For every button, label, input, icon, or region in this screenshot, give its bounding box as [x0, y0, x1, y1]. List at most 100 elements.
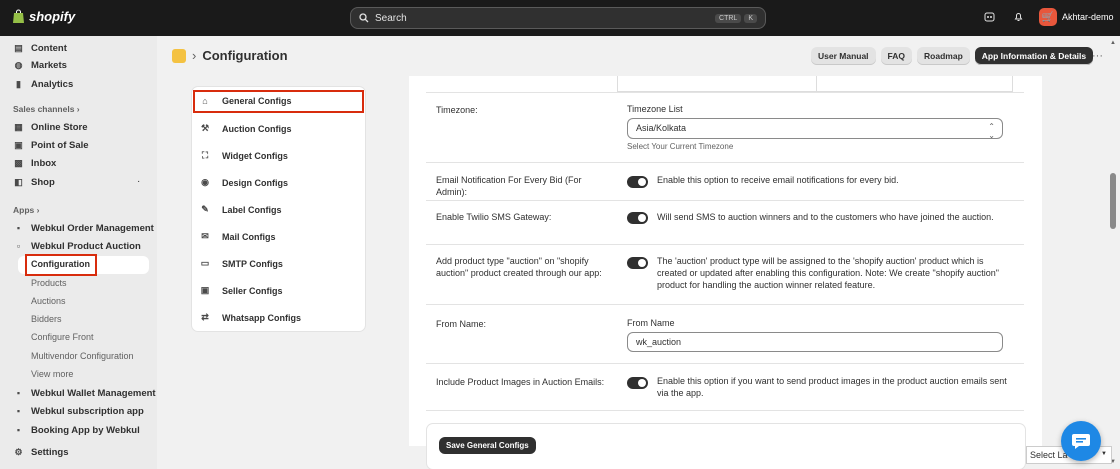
menu-whatsapp-configs[interactable]: ⇄ Whatsapp Configs — [200, 312, 301, 323]
sidebar-item-label: Webkul Wallet Management — [31, 387, 156, 399]
sidebar-item-shop[interactable]: ◧ Shop — [13, 174, 55, 190]
sidebar-item-online-store[interactable]: ▦ Online Store — [13, 119, 87, 135]
shopify-logo[interactable]: shopify — [12, 9, 75, 24]
content-icon: ▤ — [14, 42, 23, 53]
more-options-icon[interactable]: ··· — [1092, 50, 1103, 62]
menu-label: Seller Configs — [222, 285, 283, 296]
kbd-ctrl: CTRL — [715, 13, 742, 23]
section-label: Apps — [13, 205, 35, 215]
scrollbar-thumb[interactable] — [1110, 173, 1116, 229]
product-images-toggle[interactable] — [627, 377, 648, 389]
sidebar-sub-auctions[interactable]: Auctions — [31, 296, 66, 310]
sidebar-item-subscription[interactable]: ▪ Webkul subscription app — [13, 403, 144, 419]
app-icon: ▪ — [16, 425, 21, 435]
app-info-button[interactable]: App Information & Details — [974, 47, 1094, 65]
sidebar-sub-bidders[interactable]: Bidders — [31, 314, 62, 328]
menu-label: Auction Configs — [222, 123, 292, 134]
sidebar-item-label: Settings — [31, 446, 69, 458]
sidebar-item-pos[interactable]: ▣ Point of Sale — [13, 137, 89, 153]
mail-icon: ✉ — [201, 231, 209, 241]
sidekick-icon[interactable] — [984, 11, 995, 25]
menu-mail-configs[interactable]: ✉ Mail Configs — [200, 231, 276, 242]
timezone-value: Asia/Kolkata — [636, 123, 687, 133]
sidebar-sub-products[interactable]: Products — [31, 278, 67, 292]
gavel-icon: ⚒ — [200, 123, 210, 133]
email-notification-desc: Enable this option to receive email noti… — [657, 175, 899, 185]
inbox-icon: ▩ — [14, 157, 23, 168]
sidebar-item-label: Point of Sale — [31, 139, 89, 151]
sidebar-item-label: Booking App by Webkul — [31, 424, 140, 436]
gear-icon: ⚙ — [14, 446, 23, 457]
highlight-box — [193, 90, 364, 113]
sidebar-item-inbox[interactable]: ▩ Inbox — [13, 155, 56, 171]
menu-label: Widget Configs — [222, 150, 288, 161]
menu-label-configs[interactable]: ✎ Label Configs — [200, 204, 281, 215]
auction-app-icon: ▫ — [16, 241, 21, 251]
product-type-toggle[interactable] — [627, 257, 648, 269]
sidebar-item-settings[interactable]: ⚙ Settings — [13, 444, 68, 460]
email-notification-toggle[interactable] — [627, 176, 648, 188]
top-icons — [984, 11, 1024, 25]
user-menu[interactable]: 🛒 Akhtar-demo — [1039, 8, 1114, 26]
search-shortcut: CTRL K — [712, 13, 757, 23]
menu-widget-configs[interactable]: ⛶ Widget Configs — [200, 150, 288, 161]
menu-seller-configs[interactable]: ▣ Seller Configs — [200, 285, 283, 296]
sidebar-item-product-auction[interactable]: ▫ Webkul Product Auction — [13, 238, 141, 254]
apps-heading[interactable]: Apps › — [13, 205, 39, 215]
sidebar-item-content[interactable]: ▤ Content — [13, 40, 67, 56]
globe-icon: ◍ — [14, 59, 23, 70]
chevron-right-icon: › — [36, 205, 40, 215]
select-arrows-icon: ⌃ ⌄ — [988, 122, 995, 140]
menu-label: SMTP Configs — [222, 258, 283, 269]
sidebar-item-label: Analytics — [31, 78, 74, 90]
bell-icon[interactable] — [1013, 11, 1024, 25]
brand-name: shopify — [29, 9, 76, 24]
sidebar-item-label: Markets — [31, 59, 67, 71]
header-buttons: User Manual FAQ Roadmap App Information … — [811, 47, 1094, 65]
store-icon: ▦ — [14, 121, 23, 132]
divider — [426, 92, 1024, 93]
product-images-label: Include Product Images in Auction Emails… — [436, 377, 605, 387]
menu-auction-configs[interactable]: ⚒ Auction Configs — [200, 123, 292, 134]
store-avatar-icon: 🛒 — [1039, 8, 1057, 26]
divider — [426, 244, 1024, 245]
roadmap-button[interactable]: Roadmap — [917, 47, 970, 65]
search-icon — [359, 13, 369, 23]
timezone-select[interactable]: Asia/Kolkata ⌃ ⌄ — [627, 118, 1003, 140]
menu-design-configs[interactable]: ◉ Design Configs — [200, 177, 288, 188]
menu-label: Mail Configs — [222, 231, 276, 242]
app-icon: ▪ — [16, 223, 21, 233]
sidebar-item-booking[interactable]: ▪ Booking App by Webkul — [13, 422, 140, 438]
chevron-right-icon: › — [76, 104, 80, 114]
faq-button[interactable]: FAQ — [880, 47, 913, 65]
sidebar-item-analytics[interactable]: ▮ Analytics — [13, 76, 73, 92]
sidebar-item-label: Webkul Product Auction — [31, 240, 141, 252]
app-logo-icon — [172, 48, 186, 63]
sidebar-item-wallet[interactable]: ▪ Webkul Wallet Management — [13, 385, 156, 401]
menu-smtp-configs[interactable]: ▭ SMTP Configs — [200, 258, 283, 269]
menu-label: Design Configs — [222, 177, 289, 188]
sidebar-item-order-management[interactable]: ▪ Webkul Order Management — [13, 220, 154, 236]
language-value: Select La — [1030, 450, 1068, 460]
twilio-toggle[interactable] — [627, 212, 648, 224]
whatsapp-icon: ⇄ — [201, 312, 209, 322]
page-title: › Configuration — [172, 48, 288, 63]
sidebar-item-label: Content — [31, 42, 67, 54]
sidebar-view-more[interactable]: View more — [31, 369, 73, 383]
save-general-configs-button[interactable]: Save General Configs — [439, 437, 536, 454]
sidebar-sub-configure-front[interactable]: Configure Front — [31, 332, 94, 346]
from-name-input[interactable]: wk_auction — [627, 332, 1003, 352]
sidebar-sub-multivendor[interactable]: Multivendor Configuration — [31, 351, 134, 365]
eye-icon: ◉ — [201, 177, 209, 187]
sales-channels-heading[interactable]: Sales channels › — [13, 104, 80, 114]
search-bar[interactable]: Search CTRL K — [350, 7, 766, 29]
timezone-label: Timezone: — [436, 105, 478, 115]
kbd-k: K — [744, 13, 757, 23]
user-manual-button[interactable]: User Manual — [811, 47, 876, 65]
dot-indicator-icon: · — [137, 176, 141, 187]
timezone-field-label: Timezone List — [627, 104, 683, 114]
sidebar-item-label: Webkul Order Management — [31, 222, 154, 234]
sidebar-item-markets[interactable]: ◍ Markets — [13, 57, 67, 73]
scroll-up-icon[interactable]: ▲ — [1110, 40, 1116, 46]
chat-button[interactable] — [1061, 421, 1101, 461]
